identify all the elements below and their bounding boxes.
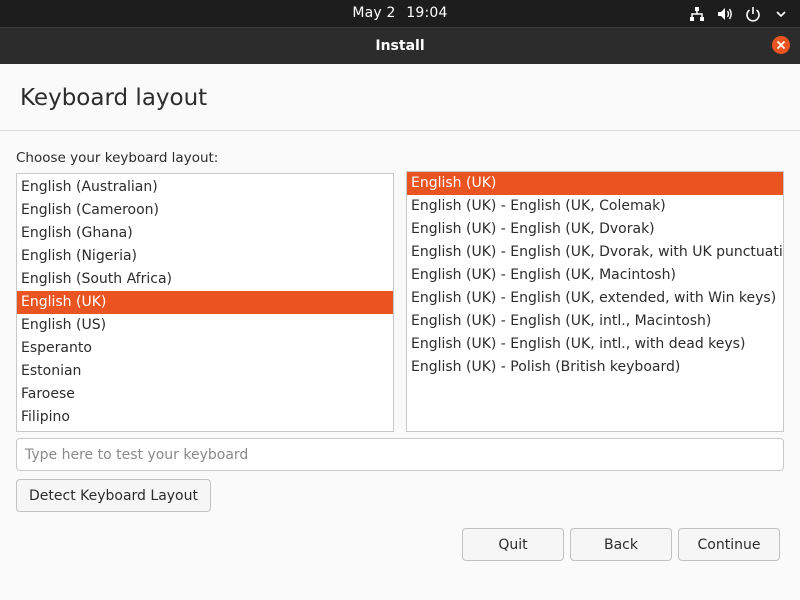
- variant-rows: English (UK) English (UK) - English (UK, …: [407, 172, 783, 379]
- clock-time: 19:04: [406, 5, 448, 21]
- layout-list-item[interactable]: Filipino: [17, 406, 393, 429]
- layout-list-item[interactable]: English (Nigeria): [17, 245, 393, 268]
- layout-list-item[interactable]: English (Cameroon): [17, 199, 393, 222]
- layout-list-item[interactable]: Esperanto: [17, 337, 393, 360]
- layout-list-item[interactable]: English (Australian): [17, 176, 393, 199]
- variant-list-item[interactable]: English (UK) - English (UK, extended, wi…: [407, 287, 783, 310]
- layout-rows: English (Australian) English (Cameroon) En…: [17, 174, 393, 429]
- close-button[interactable]: [772, 36, 790, 54]
- top-bar: May 2 19:04: [0, 0, 800, 27]
- keyboard-test-input[interactable]: [16, 438, 784, 471]
- variant-list-item[interactable]: English (UK) - English (UK, Macintosh): [407, 264, 783, 287]
- layout-list-item[interactable]: Estonian: [17, 360, 393, 383]
- variant-list-item[interactable]: English (UK) - Polish (British keyboard): [407, 356, 783, 379]
- window-title: Install: [375, 38, 425, 54]
- back-button[interactable]: Back: [570, 528, 672, 561]
- layout-list[interactable]: English (Australian) English (Cameroon) En…: [16, 173, 394, 432]
- clock[interactable]: May 2 19:04: [0, 5, 800, 21]
- close-icon: [776, 40, 786, 50]
- layout-list-item[interactable]: English (South Africa): [17, 268, 393, 291]
- window-titlebar: Install: [0, 27, 800, 64]
- detect-keyboard-layout-button[interactable]: Detect Keyboard Layout: [16, 479, 211, 512]
- clock-date: May 2: [352, 5, 396, 21]
- variant-list-item[interactable]: English (UK) - English (UK, Dvorak, with…: [407, 241, 783, 264]
- page-title: Keyboard layout: [20, 85, 208, 111]
- variant-list-item[interactable]: English (UK) - English (UK, Colemak): [407, 195, 783, 218]
- continue-button[interactable]: Continue: [678, 528, 780, 561]
- layout-list-item[interactable]: English (Ghana): [17, 222, 393, 245]
- variant-list-item[interactable]: English (UK) - English (UK, intl., Macin…: [407, 310, 783, 333]
- variant-list-item[interactable]: English (UK) - English (UK, intl., with …: [407, 333, 783, 356]
- choose-layout-label: Choose your keyboard layout:: [16, 150, 219, 166]
- layout-list-item[interactable]: English (US): [17, 314, 393, 337]
- variant-list-item[interactable]: English (UK): [407, 172, 783, 195]
- layout-list-item[interactable]: English (UK): [17, 291, 393, 314]
- chevron-down-icon[interactable]: [772, 5, 790, 23]
- system-tray[interactable]: [688, 4, 790, 23]
- quit-button[interactable]: Quit: [462, 528, 564, 561]
- volume-icon[interactable]: [716, 5, 734, 23]
- power-icon[interactable]: [744, 5, 762, 23]
- network-icon[interactable]: [688, 5, 706, 23]
- variant-list[interactable]: English (UK) English (UK) - English (UK, …: [406, 171, 784, 432]
- variant-list-item[interactable]: English (UK) - English (UK, Dvorak): [407, 218, 783, 241]
- layout-list-item[interactable]: Faroese: [17, 383, 393, 406]
- page-header: Keyboard layout: [0, 64, 800, 131]
